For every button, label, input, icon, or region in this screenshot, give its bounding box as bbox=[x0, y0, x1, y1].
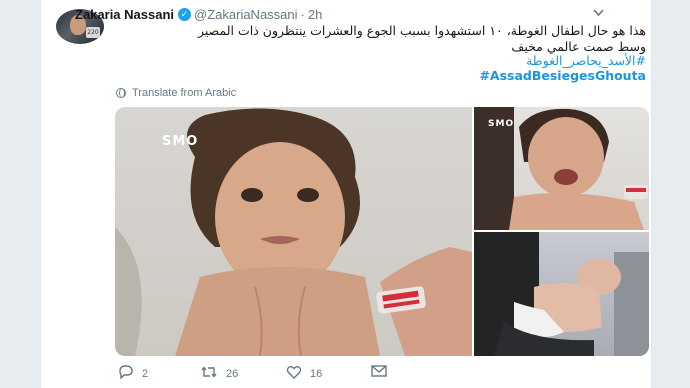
reply-button[interactable]: 2 bbox=[118, 365, 148, 382]
chevron-down-icon[interactable] bbox=[593, 8, 604, 20]
retweet-count: 26 bbox=[226, 367, 239, 380]
retweet-icon bbox=[200, 365, 218, 382]
tweet-header: Zakaria Nassani ✓ @ZakariaNassani · 2h bbox=[75, 7, 322, 22]
separator-dot: · bbox=[300, 7, 305, 22]
hashtag-arabic-link[interactable]: #الأسد_يحاصر_الغوطة bbox=[86, 53, 646, 68]
translate-label: Translate from Arabic bbox=[132, 87, 237, 99]
globe-icon bbox=[116, 88, 126, 98]
reply-count: 2 bbox=[142, 367, 149, 380]
media-photo-top-right[interactable]: SMO bbox=[474, 107, 649, 230]
like-count: 16 bbox=[310, 367, 323, 380]
watermark-smo: SMO bbox=[162, 134, 199, 149]
watermark-smo: SMO bbox=[488, 119, 515, 129]
infant-illustration bbox=[474, 232, 649, 356]
envelope-icon bbox=[371, 365, 387, 380]
media-photo-main[interactable]: SMO bbox=[115, 107, 472, 356]
hashtag-english-link[interactable]: #AssadBesiegesGhouta bbox=[86, 68, 646, 83]
heart-icon bbox=[286, 365, 302, 382]
tweet-text-line-2: وسط صمت عالمي مخيف bbox=[511, 39, 646, 54]
reply-icon bbox=[118, 365, 134, 382]
tweet-timestamp[interactable]: 2h bbox=[308, 7, 322, 22]
media-grid: SMO SMO bbox=[115, 107, 649, 356]
author-handle[interactable]: @ZakariaNassani bbox=[194, 7, 298, 22]
verified-badge-icon: ✓ bbox=[178, 8, 192, 21]
author-name[interactable]: Zakaria Nassani bbox=[75, 7, 174, 22]
retweet-button[interactable]: 26 bbox=[200, 365, 238, 382]
direct-message-button[interactable] bbox=[371, 365, 387, 380]
tweet-text-line-1: هذا هو حال اطفال الغوطة، ١٠ استشهدوا بسب… bbox=[198, 23, 646, 38]
like-button[interactable]: 16 bbox=[286, 365, 322, 382]
media-photo-bottom-right[interactable] bbox=[474, 232, 649, 356]
translate-link[interactable]: Translate from Arabic bbox=[116, 87, 236, 99]
